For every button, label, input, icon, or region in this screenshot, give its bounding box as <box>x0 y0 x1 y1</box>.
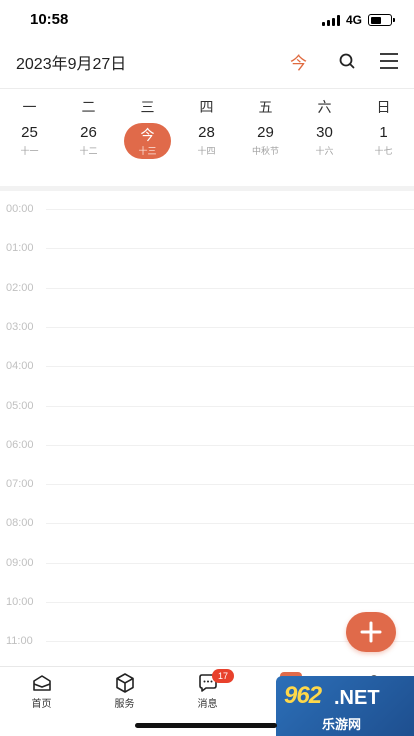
week-day-2-today[interactable]: 三 今 十三 <box>118 89 177 189</box>
signal-icon <box>321 14 340 26</box>
weekday-label: 五 <box>258 99 273 115</box>
hour-slot[interactable]: 05:00 <box>0 388 414 427</box>
box-icon <box>115 673 134 693</box>
hour-label: 02:00 <box>6 281 34 294</box>
week-strip: 一 25 十一 二 26 十二 三 今 十三 四 28 十四 五 29 中秋节 … <box>0 88 414 188</box>
hour-slot[interactable]: 04:00 <box>0 348 414 387</box>
hour-gridline <box>46 523 414 525</box>
hour-label: 09:00 <box>6 556 34 569</box>
day-number: 今 <box>140 127 155 143</box>
hour-gridline <box>46 326 414 328</box>
add-event-button[interactable] <box>346 612 396 652</box>
week-day-5[interactable]: 六 30 十六 <box>295 89 354 189</box>
lunar-date: 十七 <box>374 146 393 156</box>
watermark-main: 962 <box>284 682 322 709</box>
week-day-0[interactable]: 一 25 十一 <box>0 89 59 189</box>
tab-home[interactable]: 首页 <box>0 667 83 717</box>
lunar-date: 十三 <box>138 146 157 156</box>
week-day-1[interactable]: 二 26 十二 <box>59 89 118 189</box>
tab-messages[interactable]: 17 消息 <box>166 667 249 717</box>
hour-gridline <box>46 444 414 446</box>
plus-icon <box>360 621 382 643</box>
weekday-label: 三 <box>140 99 155 115</box>
tab-label: 服务 <box>114 699 135 710</box>
lunar-date: 十四 <box>197 146 216 156</box>
status-bar: 10:58 4G <box>0 0 414 40</box>
hour-gridline <box>46 248 414 250</box>
battery-icon <box>368 14 395 26</box>
weekday-label: 日 <box>376 99 391 115</box>
page-title[interactable]: 2023年9月27日 <box>16 50 126 74</box>
menu-button[interactable] <box>377 49 401 73</box>
week-day-3[interactable]: 四 28 十四 <box>177 89 236 189</box>
home-indicator <box>135 723 277 728</box>
hour-slot[interactable]: 08:00 <box>0 505 414 544</box>
menu-icon <box>380 53 398 69</box>
day-number: 25 <box>21 124 38 141</box>
hour-slot[interactable]: 09:00 <box>0 545 414 584</box>
watermark-net: .NET <box>334 687 380 709</box>
battery-fill <box>370 16 381 24</box>
week-day-4[interactable]: 五 29 中秋节 <box>236 89 295 189</box>
header: 2023年9月27日 今 <box>0 40 414 86</box>
week-day-6[interactable]: 日 1 十七 <box>354 89 413 189</box>
hour-slot[interactable]: 03:00 <box>0 309 414 348</box>
hour-label: 03:00 <box>6 320 34 333</box>
day-number: 28 <box>198 124 215 141</box>
weekday-label: 四 <box>199 99 214 115</box>
hour-label: 00:00 <box>6 203 34 215</box>
hour-label: 08:00 <box>6 517 34 530</box>
hour-slot[interactable]: 02:00 <box>0 270 414 309</box>
hour-gridline <box>46 287 414 289</box>
lunar-date: 十二 <box>79 146 98 156</box>
search-button[interactable] <box>335 49 359 73</box>
day-number: 30 <box>316 124 333 141</box>
hour-gridline <box>46 562 414 564</box>
tab-label: 消息 <box>197 699 218 710</box>
status-time: 10:58 <box>30 11 69 28</box>
unread-badge: 17 <box>212 669 234 683</box>
status-indicators: 4G <box>321 13 395 27</box>
lunar-date: 十六 <box>315 146 334 156</box>
hour-slot[interactable]: 00:00 <box>0 191 414 230</box>
hour-slot[interactable]: 07:00 <box>0 466 414 505</box>
watermark-logo: 962 .NET 乐游网 <box>276 676 414 736</box>
hour-label: 10:00 <box>6 596 34 608</box>
hour-label: 11:00 <box>6 635 33 648</box>
weekday-label: 六 <box>317 99 332 115</box>
today-button[interactable]: 今 <box>290 49 307 74</box>
lunar-date: 中秋节 <box>251 146 279 156</box>
weekday-label: 二 <box>81 99 96 115</box>
network-label: 4G <box>345 13 362 27</box>
hour-label: 01:00 <box>6 242 34 255</box>
today-highlight: 今 十三 <box>124 123 171 159</box>
hour-gridline <box>46 602 414 603</box>
day-timeline[interactable]: 00:00 01:00 02:00 03:00 04:00 05:00 06:0… <box>0 191 414 667</box>
hour-slot[interactable]: 06:00 <box>0 427 414 466</box>
hour-gridline <box>46 405 414 407</box>
day-number: 29 <box>257 124 274 141</box>
lunar-date: 十一 <box>20 146 39 156</box>
hour-slot[interactable]: 01:00 <box>0 230 414 269</box>
hour-label: 04:00 <box>6 360 34 373</box>
day-number: 26 <box>80 124 97 141</box>
day-number: 1 <box>379 124 388 141</box>
hour-label: 06:00 <box>6 438 34 451</box>
hour-gridline <box>46 209 414 210</box>
tab-services[interactable]: 服务 <box>83 667 166 717</box>
home-icon <box>32 675 51 691</box>
watermark-sub: 乐游网 <box>322 717 362 732</box>
hour-label: 05:00 <box>6 399 34 412</box>
tab-label: 首页 <box>31 699 52 710</box>
hour-gridline <box>46 484 414 486</box>
weekday-label: 一 <box>22 99 37 115</box>
hour-label: 07:00 <box>6 478 34 491</box>
hour-gridline <box>46 366 414 368</box>
search-icon <box>339 53 355 69</box>
